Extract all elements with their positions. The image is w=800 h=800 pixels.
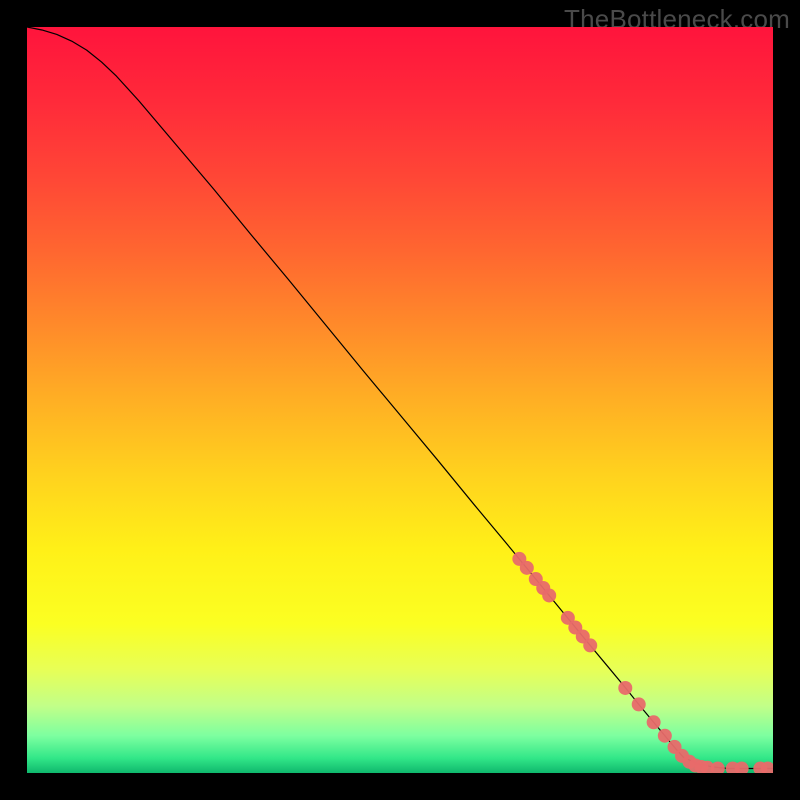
marker-dot [618,681,632,695]
plot-area [27,27,773,773]
marker-dot [658,729,672,743]
marker-dot [542,588,556,602]
gradient-background [27,27,773,773]
marker-dot [520,561,534,575]
marker-dot [632,697,646,711]
plot-svg [27,27,773,773]
chart-stage: TheBottleneck.com [0,0,800,800]
marker-dot [647,715,661,729]
marker-dot [583,638,597,652]
